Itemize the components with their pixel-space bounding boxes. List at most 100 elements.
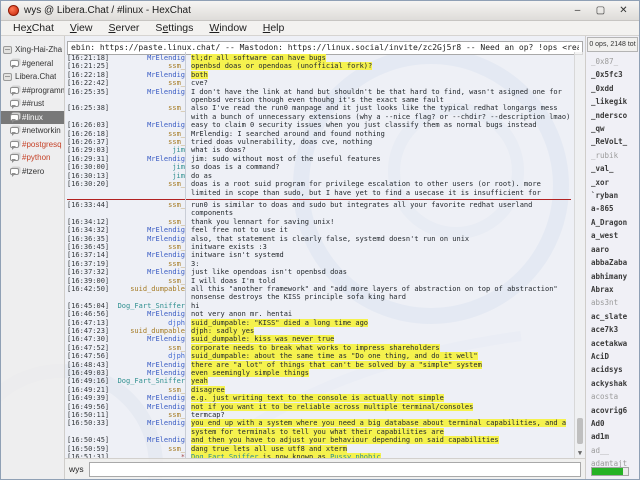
- chat-message: [16:25:35]MrElendigI don't have the link…: [67, 88, 571, 105]
- channel-item--linux[interactable]: #linux: [1, 111, 64, 125]
- menu-window[interactable]: Window: [201, 22, 254, 34]
- user-list-item[interactable]: abhimany: [591, 270, 639, 283]
- user-list-item[interactable]: acidsys: [591, 363, 639, 376]
- user-list-item[interactable]: AciD: [591, 350, 639, 363]
- scrollbar-down-arrow-icon[interactable]: ▼: [575, 449, 585, 457]
- user-list-item[interactable]: A_Dragon: [591, 216, 639, 229]
- network-item-xing-hai-zha[interactable]: Xing-Hai-Zha: [1, 43, 64, 57]
- message-input[interactable]: [89, 462, 581, 477]
- minimize-button[interactable]: –: [569, 3, 586, 19]
- message-nick: *: [115, 453, 185, 458]
- message-text: suid_dumpable: about the same time as "D…: [189, 352, 571, 360]
- message-nick: jim: [115, 163, 185, 171]
- channel-item--tzero[interactable]: #tzero: [1, 165, 64, 179]
- user-list-item[interactable]: _0x87_: [591, 55, 639, 68]
- chat-message: [16:47:52]ssm_corporate needs to break w…: [67, 344, 571, 352]
- message-timestamp: [16:26:37]: [67, 138, 111, 146]
- menu-settings[interactable]: Settings: [147, 22, 201, 34]
- message-timestamp: [16:49:39]: [67, 394, 111, 402]
- user-list-item[interactable]: a_west: [591, 229, 639, 242]
- user-list-item[interactable]: _rubik: [591, 149, 639, 162]
- chat-message: [16:26:03]MrElendigeasy to claim 0 secur…: [67, 121, 571, 129]
- channel-item--rust[interactable]: ##rust: [1, 97, 64, 111]
- message-nick: djph: [115, 319, 185, 327]
- message-text: disagree: [189, 386, 571, 394]
- channel-item--general[interactable]: #general: [1, 57, 64, 71]
- channel-item--networkin[interactable]: #networkin: [1, 124, 64, 138]
- user-list-item[interactable]: _qw: [591, 122, 639, 135]
- user-list-item[interactable]: Abrax: [591, 283, 639, 296]
- tree-item-label: #linux: [22, 113, 43, 122]
- own-nick-label: wys: [69, 464, 84, 474]
- user-list-item[interactable]: acosta: [591, 390, 639, 403]
- message-nick: MrElendig: [115, 71, 185, 79]
- user-list-item[interactable]: _xor: [591, 176, 639, 189]
- user-list-item[interactable]: _ReVoLt_: [591, 135, 639, 148]
- user-list-item[interactable]: ackyshak: [591, 377, 639, 390]
- maximize-button[interactable]: ▢: [592, 3, 609, 19]
- user-list-item[interactable]: abs3nt: [591, 296, 639, 309]
- user-list-item[interactable]: aaro: [591, 243, 639, 256]
- tree-item-label: #python: [22, 153, 50, 162]
- chat-message: [16:50:45]MrElendigand then you have to …: [67, 436, 571, 444]
- close-button[interactable]: ✕: [615, 3, 632, 19]
- message-timestamp: [16:50:11]: [67, 411, 111, 419]
- menu-hexchat[interactable]: HexChat: [5, 22, 62, 34]
- menu-view[interactable]: View: [62, 22, 101, 34]
- message-timestamp: [16:25:35]: [67, 88, 111, 105]
- user-list-item[interactable]: Ad0: [591, 417, 639, 430]
- user-list-item[interactable]: ac_slate: [591, 310, 639, 323]
- user-list-item[interactable]: ad1m: [591, 430, 639, 443]
- message-nick: MrElendig: [115, 268, 185, 276]
- user-list-item[interactable]: a-865: [591, 202, 639, 215]
- network-item-libera-chat[interactable]: Libera.Chat: [1, 70, 64, 84]
- hexchat-window: wys @ Libera.Chat / #linux - HexChat – ▢…: [0, 0, 640, 480]
- tree-item-label: #networkin: [22, 126, 61, 135]
- channel-bubble-icon: [10, 100, 19, 107]
- user-list-item[interactable]: _likegik: [591, 95, 639, 108]
- message-text: hi: [189, 302, 571, 310]
- user-list-item[interactable]: ad__: [591, 444, 639, 457]
- user-list-item[interactable]: adamtajt: [591, 457, 639, 467]
- message-text: feel free not to use it: [189, 226, 571, 234]
- chat-message: [16:37:19]ssm_3:: [67, 260, 571, 268]
- message-timestamp: [16:37:19]: [67, 260, 111, 268]
- message-timestamp: [16:30:20]: [67, 180, 111, 197]
- message-text: what is doas?: [189, 146, 571, 154]
- menu-help[interactable]: Help: [255, 22, 293, 34]
- user-list-item[interactable]: `ryban: [591, 189, 639, 202]
- message-nick: ssm_: [115, 386, 185, 394]
- unread-marker-line: [67, 199, 571, 200]
- user-list-item[interactable]: _val_: [591, 162, 639, 175]
- channel-item--python[interactable]: #python: [1, 151, 64, 165]
- user-list-item[interactable]: _0x5fc3: [591, 68, 639, 81]
- message-text: corporate needs to break what works to i…: [189, 344, 571, 352]
- message-text: not if you want it to be reliable across…: [189, 403, 571, 411]
- user-list-item[interactable]: _ndersco: [591, 109, 639, 122]
- menu-server[interactable]: Server: [100, 22, 147, 34]
- channel-item--postgresq[interactable]: #postgresq: [1, 138, 64, 152]
- user-list-item[interactable]: acetakwa: [591, 337, 639, 350]
- message-timestamp: [16:47:56]: [67, 352, 111, 360]
- user-list-item[interactable]: _0xdd: [591, 82, 639, 95]
- chat-message: [16:33:44]ssm_run0 is similar to doas an…: [67, 201, 571, 218]
- chat-message: [16:47:23]suid_dumpabledjph: sadly yes: [67, 327, 571, 335]
- message-timestamp: [16:26:18]: [67, 130, 111, 138]
- user-list-item[interactable]: abbaZaba: [591, 256, 639, 269]
- chat-scrollbar[interactable]: ▼: [574, 52, 585, 458]
- channel-item--programm[interactable]: ##programm: [1, 84, 64, 98]
- message-nick: MrElendig: [115, 54, 185, 62]
- message-nick: ssm_: [115, 260, 185, 268]
- chat-message: [16:47:56]djphsuid_dumpable: about the s…: [67, 352, 571, 360]
- message-nick: ssm_: [115, 79, 185, 87]
- user-list-item[interactable]: acovrig6: [591, 404, 639, 417]
- chat-message: [16:49:16]Dog_Fart_Snifferyeah: [67, 377, 571, 385]
- message-timestamp: [16:49:56]: [67, 403, 111, 411]
- channel-bubble-icon: [10, 60, 19, 67]
- message-nick: ssm_: [115, 445, 185, 453]
- network-icon: [3, 46, 12, 54]
- message-timestamp: [16:49:21]: [67, 386, 111, 394]
- scrollbar-thumb[interactable]: [577, 418, 583, 444]
- tree-item-label: Libera.Chat: [15, 72, 56, 81]
- user-list-item[interactable]: ace7k3: [591, 323, 639, 336]
